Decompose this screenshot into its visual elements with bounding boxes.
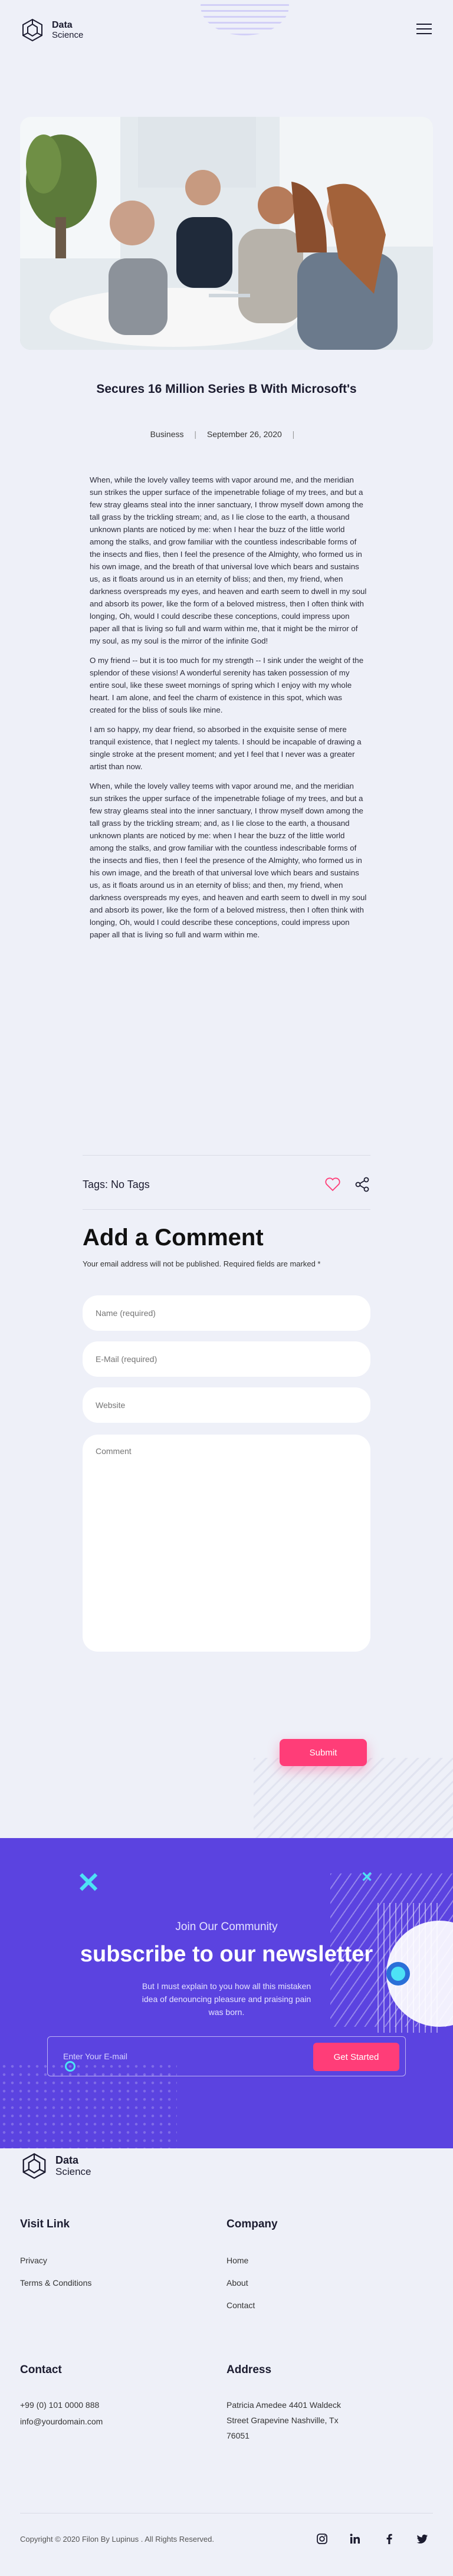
- logo-text: Data Science: [52, 20, 83, 40]
- footer-contact-heading: Contact: [20, 2364, 62, 2376]
- menu-icon[interactable]: [416, 24, 432, 35]
- footer-link-terms[interactable]: Terms & Conditions: [20, 2278, 91, 2288]
- logo-line-2: Science: [55, 2166, 91, 2177]
- comment-textarea[interactable]: [83, 1435, 370, 1652]
- facebook-icon[interactable]: [383, 2533, 395, 2545]
- newsletter-subtitle: Join Our Community: [175, 1921, 278, 1933]
- post-paragraph: When, while the lovely valley teems with…: [90, 475, 367, 645]
- site-header: Data Science: [0, 0, 453, 59]
- post-paragraph: O my friend -- but it is too much for my…: [90, 656, 364, 714]
- comment-heading: Add a Comment: [83, 1225, 264, 1251]
- newsletter-section: ✕ ✕ Join Our Community subscribe to our …: [0, 1838, 453, 2148]
- post-featured-image: [20, 117, 433, 350]
- instagram-icon[interactable]: [316, 2533, 328, 2545]
- footer-visit-link-heading: Visit Link: [20, 2218, 70, 2230]
- footer-address-line-3: 76051: [226, 2431, 250, 2440]
- post-tags: Tags: No Tags: [83, 1179, 150, 1190]
- footer-phone[interactable]: +99 (0) 101 0000 888: [20, 2398, 99, 2412]
- footer-company-heading: Company: [226, 2218, 278, 2230]
- post-title: Secures 16 Million Series B With Microso…: [96, 382, 357, 396]
- logo-text: Data Science: [55, 2154, 91, 2178]
- footer-link-home[interactable]: Home: [226, 2256, 248, 2265]
- page: Data Science Secures 16 Million Series B…: [0, 0, 453, 2576]
- decorative-circle: [201, 0, 289, 35]
- post-meta: Business | September 26, 2020 |: [0, 429, 453, 439]
- meta-separator: |: [194, 429, 197, 439]
- divider: [83, 1155, 370, 1156]
- footer-address-heading: Address: [226, 2364, 272, 2376]
- website-field[interactable]: [83, 1387, 370, 1423]
- newsletter-form: Get Started: [47, 2036, 406, 2076]
- cross-icon: ✕: [77, 1868, 101, 1899]
- footer-link-about[interactable]: About: [226, 2278, 248, 2288]
- site-logo[interactable]: Data Science: [20, 18, 83, 42]
- footer-email[interactable]: info@yourdomain.com: [20, 2415, 103, 2429]
- comment-note: Your email address will not be published…: [83, 1259, 321, 1268]
- footer-address-line-2: Street Grapevine Nashville, Tx: [226, 2416, 339, 2425]
- logo-icon: [22, 2153, 46, 2179]
- post-date: September 26, 2020: [206, 429, 282, 439]
- post-category[interactable]: Business: [150, 429, 184, 439]
- email-field[interactable]: [83, 1341, 370, 1377]
- linkedin-icon[interactable]: [349, 2533, 361, 2545]
- post-paragraph: I am so happy, my dear friend, so absorb…: [90, 725, 362, 771]
- cross-icon: ✕: [361, 1869, 373, 1885]
- newsletter-email-input[interactable]: [63, 2047, 299, 2065]
- post-body: When, while the lovely valley teems with…: [90, 474, 367, 948]
- newsletter-title: subscribe to our newsletter: [80, 1942, 373, 1967]
- copyright-text: Copyright © 2020 Filon By Lupinus . All …: [20, 2535, 214, 2544]
- get-started-button[interactable]: Get Started: [313, 2043, 399, 2071]
- footer-link-privacy[interactable]: Privacy: [20, 2256, 47, 2265]
- logo-line-2: Science: [52, 30, 84, 40]
- footer-link-contact[interactable]: Contact: [226, 2301, 255, 2310]
- submit-button[interactable]: Submit: [280, 1739, 367, 1766]
- logo-line-1: Data: [55, 2154, 79, 2166]
- name-field[interactable]: [83, 1295, 370, 1331]
- meta-separator: |: [292, 429, 295, 439]
- decorative-stripes: [254, 1758, 453, 1840]
- newsletter-text: But I must explain to you how all this m…: [142, 1981, 311, 2017]
- footer-address-line-1: Patricia Amedee 4401 Waldeck: [226, 2400, 342, 2410]
- meeting-photo: [20, 117, 433, 350]
- twitter-icon[interactable]: [416, 2533, 428, 2545]
- logo-line-1: Data: [52, 20, 73, 30]
- share-icon[interactable]: [354, 1176, 370, 1193]
- divider: [83, 1209, 370, 1210]
- logo-icon: [22, 18, 42, 42]
- post-paragraph: When, while the lovely valley teems with…: [90, 782, 367, 939]
- footer-logo[interactable]: Data Science: [20, 2152, 91, 2180]
- heart-icon[interactable]: [324, 1177, 341, 1192]
